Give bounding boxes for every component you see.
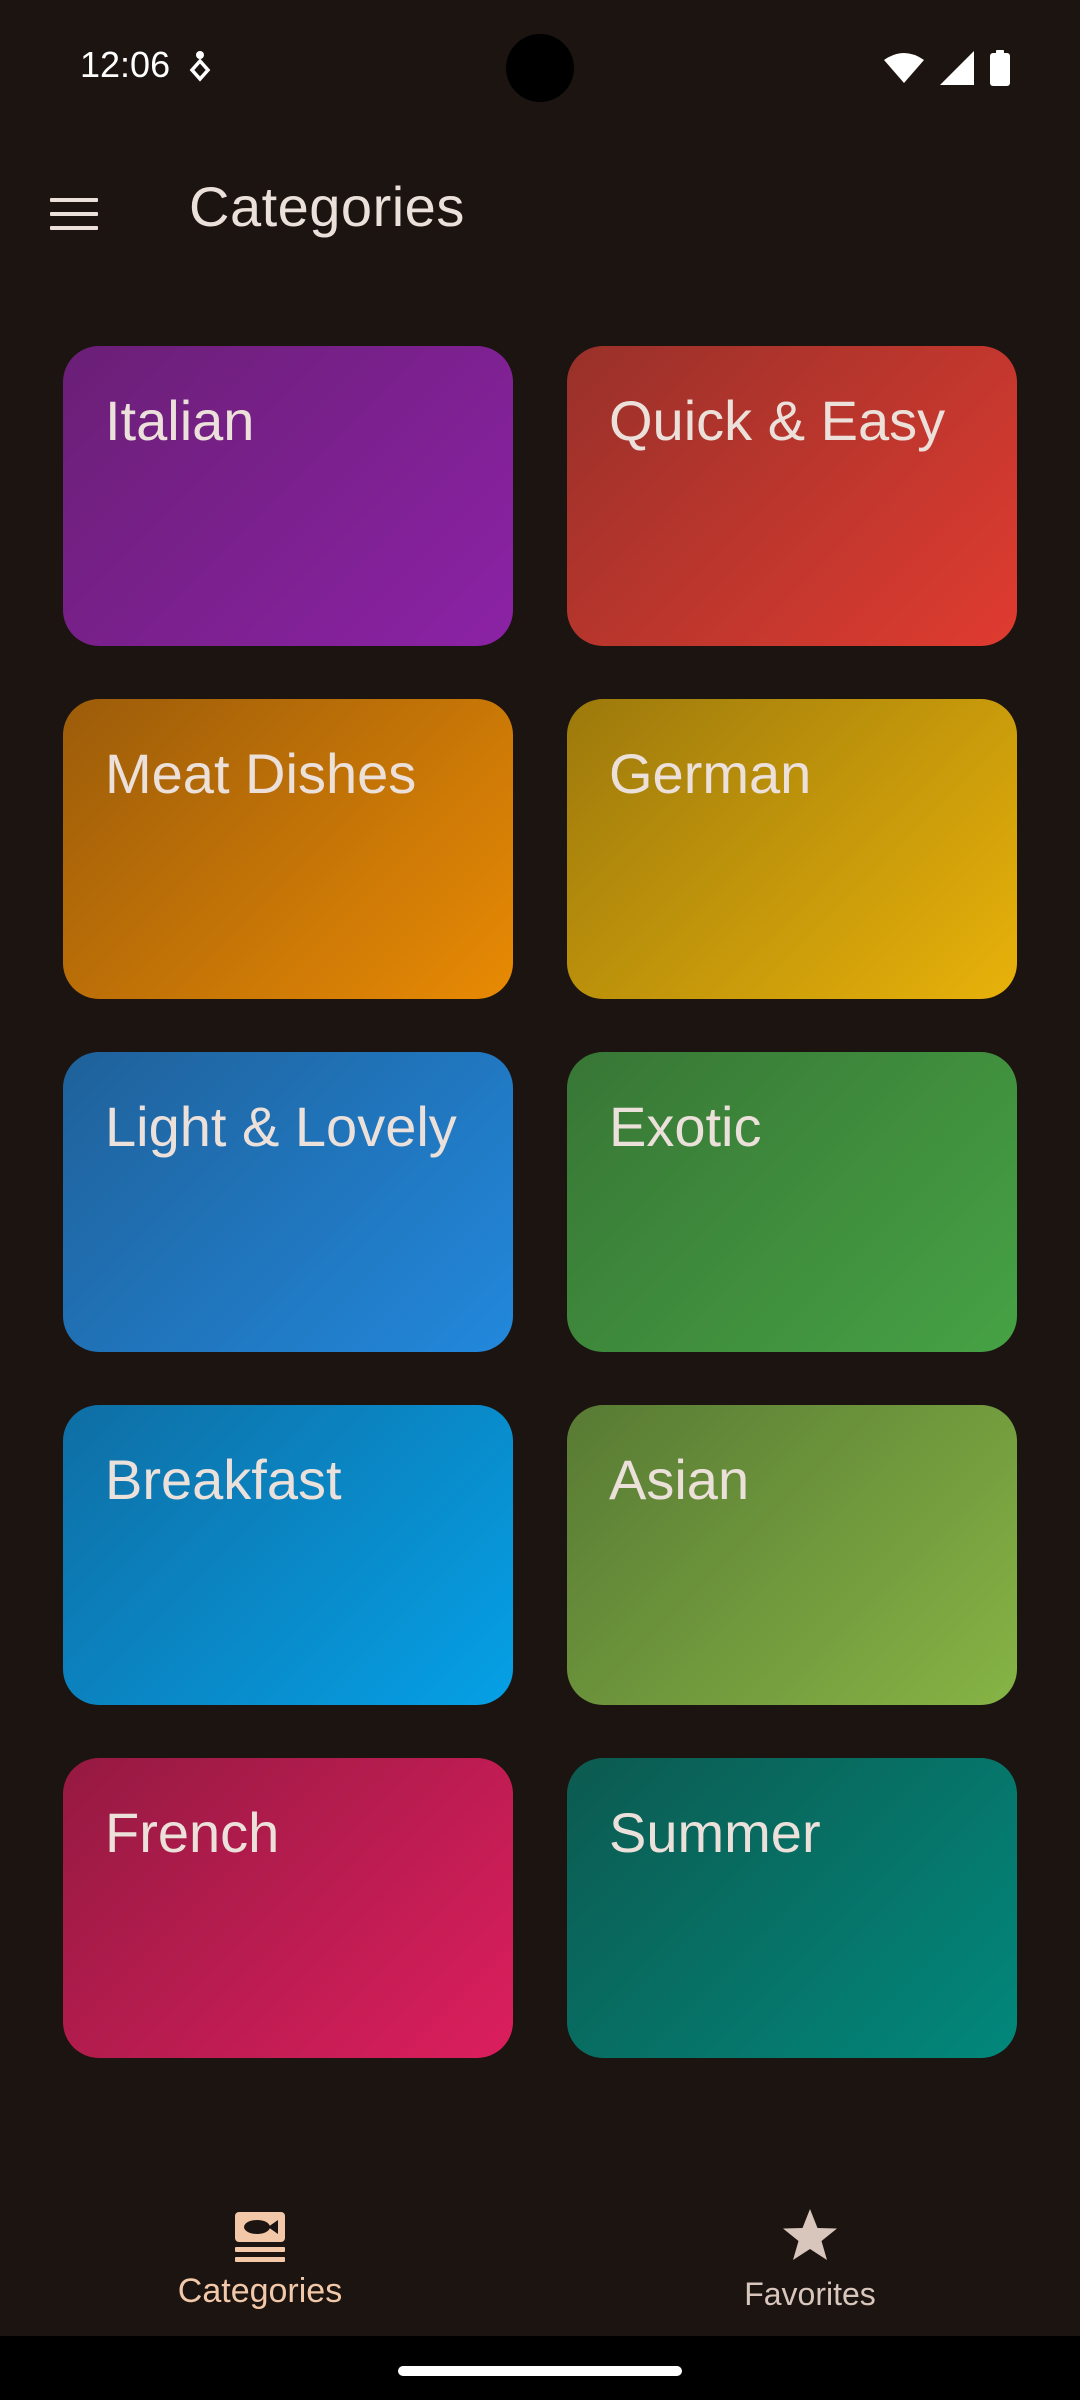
nav-label-favorites: Favorites: [744, 2276, 876, 2312]
category-label: Breakfast: [105, 1448, 342, 1511]
category-card-light-lovely[interactable]: Light & Lovely: [63, 1052, 513, 1352]
nav-item-categories[interactable]: Categories: [0, 2166, 540, 2336]
categories-grid: Italian Quick & Easy Meat Dishes German …: [63, 346, 1017, 2058]
category-card-breakfast[interactable]: Breakfast: [63, 1405, 513, 1705]
camera-cutout: [506, 34, 574, 102]
accessibility-notification-icon: [189, 51, 211, 82]
home-gesture-handle[interactable]: [398, 2366, 682, 2376]
category-label: Summer: [609, 1801, 821, 1864]
wifi-icon: [884, 53, 924, 83]
nav-label-categories: Categories: [177, 2272, 343, 2310]
category-card-italian[interactable]: Italian: [63, 346, 513, 646]
signal-icon: [940, 51, 974, 85]
category-label: German: [609, 742, 812, 805]
status-icons: [884, 50, 1010, 86]
category-label: Asian: [609, 1448, 750, 1511]
category-label: Meat Dishes: [105, 742, 417, 805]
category-label: Quick & Easy: [609, 389, 946, 452]
bottom-navigation-bar: Categories Favorites: [0, 2166, 1080, 2336]
page-title: Categories: [189, 175, 465, 238]
category-card-french[interactable]: French: [63, 1758, 513, 2058]
battery-icon: [990, 50, 1010, 86]
category-card-asian[interactable]: Asian: [567, 1405, 1017, 1705]
gesture-navigation-area: [0, 2336, 1080, 2400]
category-card-summer[interactable]: Summer: [567, 1758, 1017, 2058]
category-label: Exotic: [609, 1095, 762, 1158]
set-meal-icon: [235, 2212, 285, 2262]
category-card-meat-dishes[interactable]: Meat Dishes: [63, 699, 513, 999]
menu-icon: [50, 198, 98, 230]
top-app-bar: Categories: [0, 160, 1080, 260]
category-card-exotic[interactable]: Exotic: [567, 1052, 1017, 1352]
category-card-german[interactable]: German: [567, 699, 1017, 999]
star-icon: [783, 2209, 837, 2260]
nav-item-favorites[interactable]: Favorites: [540, 2166, 1080, 2336]
category-label: Light & Lovely: [105, 1095, 457, 1158]
status-bar: 12:06: [0, 0, 1080, 136]
category-label: Italian: [105, 389, 255, 452]
menu-button[interactable]: [36, 176, 112, 252]
category-card-quick-easy[interactable]: Quick & Easy: [567, 346, 1017, 646]
status-time: 12:06: [80, 44, 171, 85]
category-label: French: [105, 1801, 280, 1864]
